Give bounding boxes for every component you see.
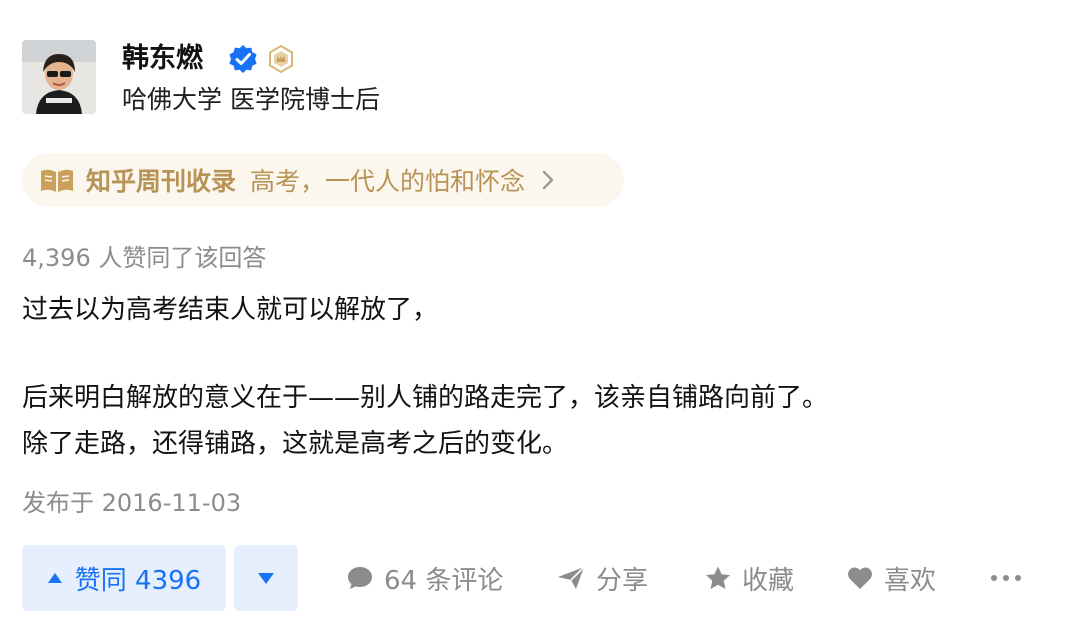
chevron-right-icon [542,170,554,190]
badge-icon[interactable] [266,44,296,74]
collect-button[interactable]: 收藏 [704,545,794,611]
action-bar: 赞同 4396 64 条评论 分享 收藏 喜欢 [22,545,1062,611]
share-button[interactable]: 分享 [556,545,648,611]
answer-paragraph: 除了走路，还得铺路，这就是高考之后的变化。 [22,429,569,459]
heart-icon [848,567,872,589]
triangle-up-icon [47,573,62,583]
verified-icon[interactable] [228,44,258,74]
star-icon [706,566,730,589]
vote-summary: 4,396 人赞同了该回答 [22,244,267,272]
like-button[interactable]: 喜欢 [846,545,936,611]
published-date: 发布于 2016-11-03 [22,489,242,517]
share-icon [558,566,585,589]
upvote-button[interactable]: 赞同 4396 [22,545,226,611]
answer-paragraph: 过去以为高考结束人就可以解放了， [22,295,439,325]
comments-label: 64 条评论 [384,565,504,596]
comment-icon [348,567,372,589]
comments-button[interactable]: 64 条评论 [346,545,503,611]
avatar-image [22,40,96,114]
more-icon [991,575,1021,581]
avatar[interactable] [22,40,96,114]
author-badges [228,42,296,76]
upvote-label: 赞同 4396 [74,565,202,596]
column-name: 知乎周刊收录 [86,167,237,196]
more-button[interactable] [990,545,1032,611]
like-label: 喜欢 [884,565,937,596]
column-pill[interactable]: 知乎周刊收录 高考，一代人的怕和怀念 [22,153,624,207]
author-title: 哈佛大学 医学院博士后 [122,85,380,114]
answer-paragraph: 后来明白解放的意义在于——别人铺的路走完了，该亲自铺路向前了。 [22,383,829,413]
share-label: 分享 [596,565,649,596]
collect-label: 收藏 [742,565,795,596]
book-icon [41,169,73,192]
downvote-button[interactable] [234,545,298,611]
triangle-down-icon [258,573,274,584]
column-topic: 高考，一代人的怕和怀念 [250,167,526,196]
author-name[interactable]: 韩东燃 [122,42,203,76]
